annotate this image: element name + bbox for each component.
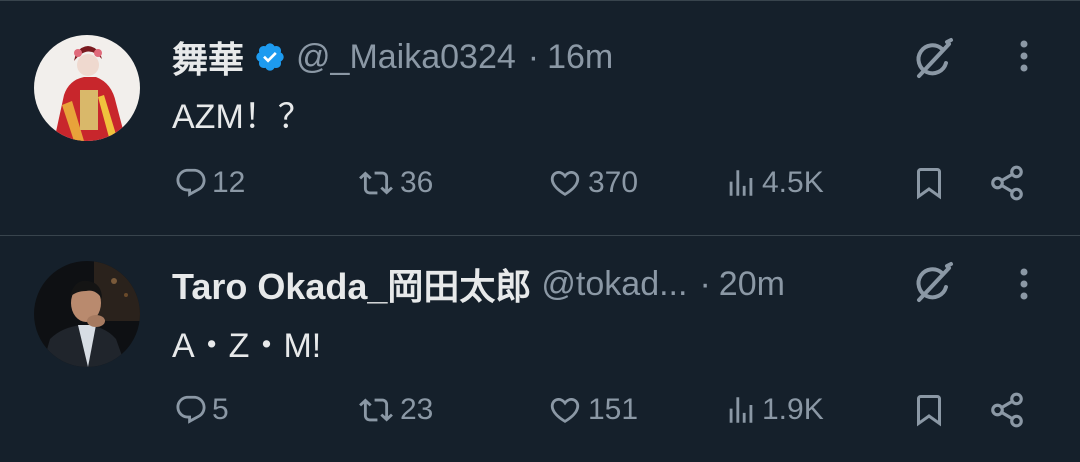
separator: ·: [699, 264, 711, 303]
timestamp[interactable]: 16m: [547, 38, 613, 77]
share-button[interactable]: [988, 385, 1026, 435]
bookmark-button[interactable]: [911, 158, 947, 208]
views-icon: [724, 393, 758, 427]
tweet-header: Taro Okada_岡田太郎 @tokad... · 20m: [172, 262, 785, 308]
views-button[interactable]: 1.9K: [724, 385, 824, 435]
views-count: 4.5K: [762, 166, 824, 199]
more-icon[interactable]: [1006, 34, 1042, 78]
retweet-button[interactable]: 23: [356, 385, 433, 435]
share-button[interactable]: [988, 158, 1026, 208]
display-name[interactable]: 舞華: [172, 31, 244, 83]
grok-icon[interactable]: [907, 258, 959, 310]
tweet-text: A・Z・M!: [172, 327, 322, 365]
timestamp[interactable]: 20m: [719, 265, 785, 304]
verified-badge-icon: [254, 41, 286, 73]
tweet-header: 舞華 @_Maika0324 · 16m: [172, 35, 613, 81]
bookmark-icon: [911, 164, 947, 202]
top-divider: [0, 0, 1080, 7]
more-icon[interactable]: [1006, 262, 1042, 306]
reply-count: 12: [212, 166, 246, 199]
views-button[interactable]: 4.5K: [724, 158, 824, 208]
avatar[interactable]: [34, 35, 140, 141]
grok-icon[interactable]: [907, 34, 959, 86]
tweet-text: AZM！？: [172, 98, 312, 136]
reply-count: 5: [212, 393, 229, 426]
retweet-button[interactable]: 36: [356, 158, 433, 208]
retweet-count: 23: [400, 393, 434, 426]
avatar[interactable]: [34, 261, 140, 367]
separator: ·: [527, 37, 540, 76]
like-button[interactable]: 151: [546, 385, 638, 435]
handle[interactable]: @_Maika0324: [296, 38, 516, 77]
retweet-count: 36: [400, 166, 434, 199]
bookmark-icon: [911, 391, 947, 429]
reply-icon: [174, 166, 208, 200]
reply-button[interactable]: 12: [174, 158, 245, 208]
display-name[interactable]: Taro Okada_岡田太郎: [172, 258, 531, 310]
like-icon: [546, 393, 584, 427]
views-count: 1.9K: [762, 393, 824, 426]
share-icon: [988, 164, 1026, 202]
like-button[interactable]: 370: [546, 158, 638, 208]
tweet-actions: 12 36 370 4.5K: [0, 158, 1080, 208]
reply-button[interactable]: 5: [174, 385, 229, 435]
like-count: 370: [588, 166, 639, 199]
like-count: 151: [588, 393, 639, 426]
handle[interactable]: @tokad...: [541, 265, 687, 304]
like-icon: [546, 166, 584, 200]
views-icon: [724, 166, 758, 200]
share-icon: [988, 391, 1026, 429]
retweet-icon: [356, 393, 396, 427]
retweet-icon: [356, 166, 396, 200]
tweet[interactable]: 舞華 @_Maika0324 · 16m AZM！？ 12 36 370 4.5…: [0, 7, 1080, 233]
bookmark-button[interactable]: [911, 385, 947, 435]
reply-icon: [174, 393, 208, 427]
tweet[interactable]: Taro Okada_岡田太郎 @tokad... · 20m A・Z・M! 5: [0, 235, 1080, 462]
tweet-actions: 5 23 151 1.9K: [0, 385, 1080, 435]
